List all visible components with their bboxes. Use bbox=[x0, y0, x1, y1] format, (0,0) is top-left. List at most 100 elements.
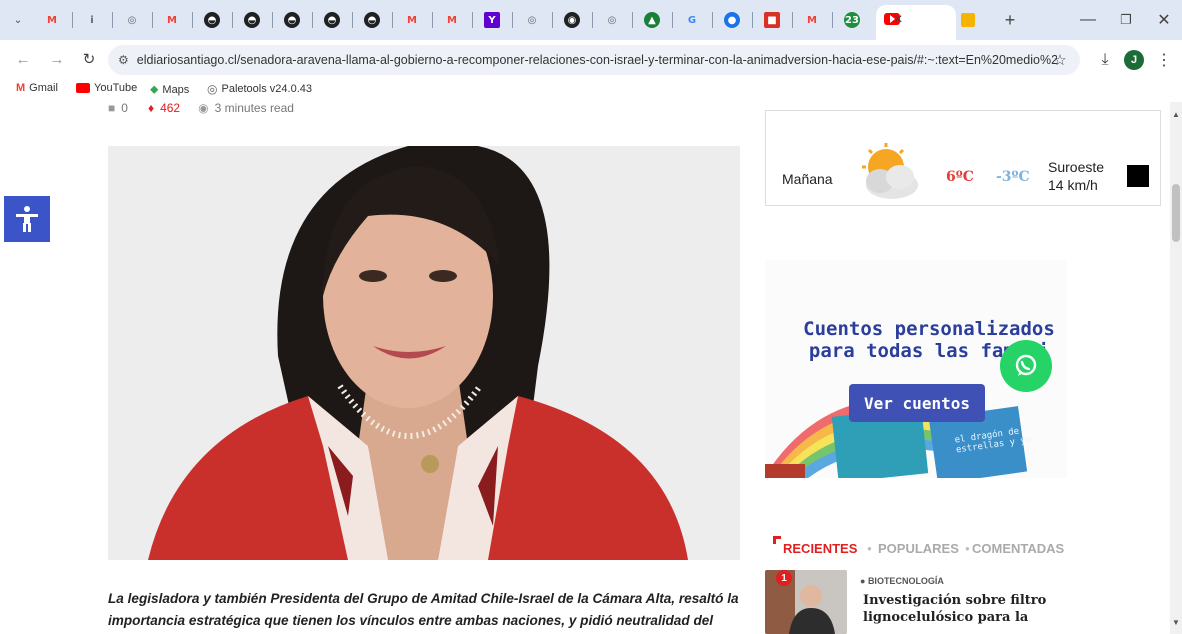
article-photo bbox=[108, 146, 740, 560]
whatsapp-badge-icon: 23 bbox=[844, 12, 860, 28]
globe-icon: ◎ bbox=[207, 82, 218, 96]
back-button[interactable]: ← bbox=[12, 48, 34, 70]
item-title[interactable]: Investigación sobre filtro lignocelulósi… bbox=[863, 592, 1053, 626]
bookmark-youtube[interactable]: YouTube bbox=[76, 82, 137, 94]
browser-tab-chevron-down[interactable]: ⌄ bbox=[6, 8, 30, 32]
browser-tab-flag[interactable]: ■ bbox=[760, 8, 784, 32]
eye-icon: ◉ bbox=[198, 102, 209, 115]
bookmark-paletools[interactable]: ◎ Paletools v24.0.43 bbox=[207, 82, 312, 96]
globe-icon: ◎ bbox=[127, 14, 137, 26]
accessibility-button[interactable] bbox=[4, 196, 50, 242]
tab-comentadas[interactable]: COMENTADAS bbox=[972, 541, 1064, 556]
chatgpt-icon: ◓ bbox=[204, 12, 220, 28]
profile-avatar[interactable]: J bbox=[1124, 50, 1144, 70]
list-item[interactable]: 1 ● BIOTECNOLOGÍA Investigación sobre fi… bbox=[765, 570, 1065, 634]
wind-direction: Suroeste bbox=[1048, 159, 1105, 175]
google-icon: G bbox=[687, 14, 697, 26]
restore-button[interactable]: ❐ bbox=[1114, 8, 1138, 32]
bookmark-star-icon[interactable]: ☆ bbox=[1050, 50, 1070, 70]
browser-tab-chatgpt[interactable]: ◓ bbox=[280, 8, 304, 32]
gmail-icon: M bbox=[407, 14, 417, 26]
tab-separator bbox=[752, 12, 753, 28]
minimize-button[interactable]: — bbox=[1076, 8, 1100, 32]
close-window-button[interactable]: ✕ bbox=[1152, 8, 1176, 32]
forward-button[interactable]: → bbox=[46, 48, 68, 70]
yahoo-icon: Y bbox=[484, 12, 500, 28]
bookmark-maps[interactable]: ⬥ Maps bbox=[150, 82, 189, 97]
ver-cuentos-button[interactable]: Ver cuentos bbox=[849, 384, 985, 422]
browser-tab-chatgpt[interactable]: ◓ bbox=[320, 8, 344, 32]
globe-icon: ◎ bbox=[607, 14, 617, 26]
tab-separator bbox=[512, 12, 513, 28]
browser-tab-globe[interactable]: ◎ bbox=[120, 8, 144, 32]
browser-tab-chat[interactable]: ● bbox=[720, 8, 744, 32]
tab-separator bbox=[432, 12, 433, 28]
tab-separator bbox=[152, 12, 153, 28]
comments-icon: ■ bbox=[108, 102, 116, 115]
widget-tabs: RECIENTES ● POPULARES ● COMENTADAS bbox=[773, 536, 1073, 558]
tab-separator bbox=[232, 12, 233, 28]
browser-tab-gmail[interactable]: M bbox=[400, 8, 424, 32]
chatgpt-icon: ◓ bbox=[284, 12, 300, 28]
tab-separator bbox=[472, 12, 473, 28]
url-text[interactable]: eldiariosantiago.cl/senadora-aravena-lla… bbox=[137, 53, 1057, 67]
weather-low: -3ºC bbox=[996, 169, 1030, 185]
browser-tab-gmail[interactable]: M bbox=[40, 8, 64, 32]
flag-tab-icon[interactable] bbox=[960, 12, 976, 28]
accessibility-icon bbox=[16, 206, 38, 232]
browser-tab-whatsapp-badge[interactable]: 23 bbox=[840, 8, 864, 32]
browser-tab-drive[interactable]: ▲ bbox=[640, 8, 664, 32]
youtube-icon bbox=[76, 83, 90, 93]
hot-count: 462 bbox=[160, 102, 181, 115]
gmail-icon: M bbox=[807, 14, 817, 26]
item-category: ● BIOTECNOLOGÍA bbox=[860, 576, 944, 586]
tab-separator bbox=[312, 12, 313, 28]
browser-tab-chatgpt[interactable]: ◓ bbox=[360, 8, 384, 32]
tab-close-icon[interactable]: × bbox=[888, 10, 908, 30]
new-tab-button[interactable]: + bbox=[998, 8, 1022, 32]
wind-arrow-icon bbox=[1127, 165, 1149, 187]
tab-separator bbox=[192, 12, 193, 28]
menu-kebab-icon[interactable]: ⋮ bbox=[1156, 49, 1172, 71]
tab-strip: ⌄ Mi ◎ M ◓ ◓ ◓ ◓ ◓ M M Y ◎ ◉ ◎ ▲ G ● ■ M 23 × + — ❐ ✕ bbox=[0, 0, 1182, 40]
bookmark-gmail[interactable]: M Gmail bbox=[16, 82, 58, 94]
scrollbar-thumb[interactable] bbox=[1172, 184, 1180, 242]
download-icon[interactable]: ⤓ bbox=[1094, 49, 1116, 71]
browser-tab-yahoo[interactable]: Y bbox=[480, 8, 504, 32]
site-info-icon[interactable]: ⚙ bbox=[118, 53, 129, 67]
tab-separator bbox=[592, 12, 593, 28]
reload-button[interactable]: ↻ bbox=[78, 48, 100, 70]
gmail-icon: M bbox=[16, 82, 26, 94]
scroll-up-icon[interactable]: ▲ bbox=[1172, 110, 1180, 119]
weather-widget: Mañana 6ºC -3ºC Suroeste 14 km/h bbox=[765, 110, 1161, 206]
rank-badge: 1 bbox=[776, 570, 792, 586]
browser-tab-github[interactable]: ◉ bbox=[560, 8, 584, 32]
browser-tab-info[interactable]: i bbox=[80, 8, 104, 32]
whatsapp-button[interactable] bbox=[1000, 340, 1052, 392]
browser-tab-gmail[interactable]: M bbox=[440, 8, 464, 32]
browser-tab-chatgpt[interactable]: ◓ bbox=[200, 8, 224, 32]
browser-tab-chatgpt[interactable]: ◓ bbox=[240, 8, 264, 32]
tab-recientes[interactable]: RECIENTES bbox=[783, 541, 857, 556]
tab-separator bbox=[632, 12, 633, 28]
wind-speed: 14 km/h bbox=[1048, 177, 1098, 193]
browser-tab-google[interactable]: G bbox=[680, 8, 704, 32]
browser-toolbar: ← → ↻ ⚙ eldiariosantiago.cl/senadora-ara… bbox=[0, 40, 1182, 78]
tab-separator bbox=[272, 12, 273, 28]
chatgpt-icon: ◓ bbox=[324, 12, 340, 28]
browser-tab-globe[interactable]: ◎ bbox=[520, 8, 544, 32]
page-scrollbar[interactable]: ▲ ▼ bbox=[1170, 102, 1182, 634]
page-content: ■ 0 ♦ 462 ◉ 3 minutes read La legislador… bbox=[0, 102, 1170, 634]
fire-icon: ♦ bbox=[147, 102, 155, 115]
browser-tab-gmail[interactable]: M bbox=[800, 8, 824, 32]
tab-separator bbox=[72, 12, 73, 28]
scroll-down-icon[interactable]: ▼ bbox=[1172, 618, 1180, 627]
comments-count: 0 bbox=[121, 102, 128, 115]
address-bar[interactable]: ⚙ eldiariosantiago.cl/senadora-aravena-l… bbox=[108, 45, 1080, 75]
gmail-icon: M bbox=[167, 14, 177, 26]
tab-populares[interactable]: POPULARES bbox=[878, 541, 959, 556]
bookmarks-bar: M Gmail YouTube ⬥ Maps ◎ Paletools v24.0… bbox=[0, 78, 1182, 102]
browser-tab-gmail[interactable]: M bbox=[160, 8, 184, 32]
browser-tab-globe[interactable]: ◎ bbox=[600, 8, 624, 32]
chat-icon: ● bbox=[724, 12, 740, 28]
